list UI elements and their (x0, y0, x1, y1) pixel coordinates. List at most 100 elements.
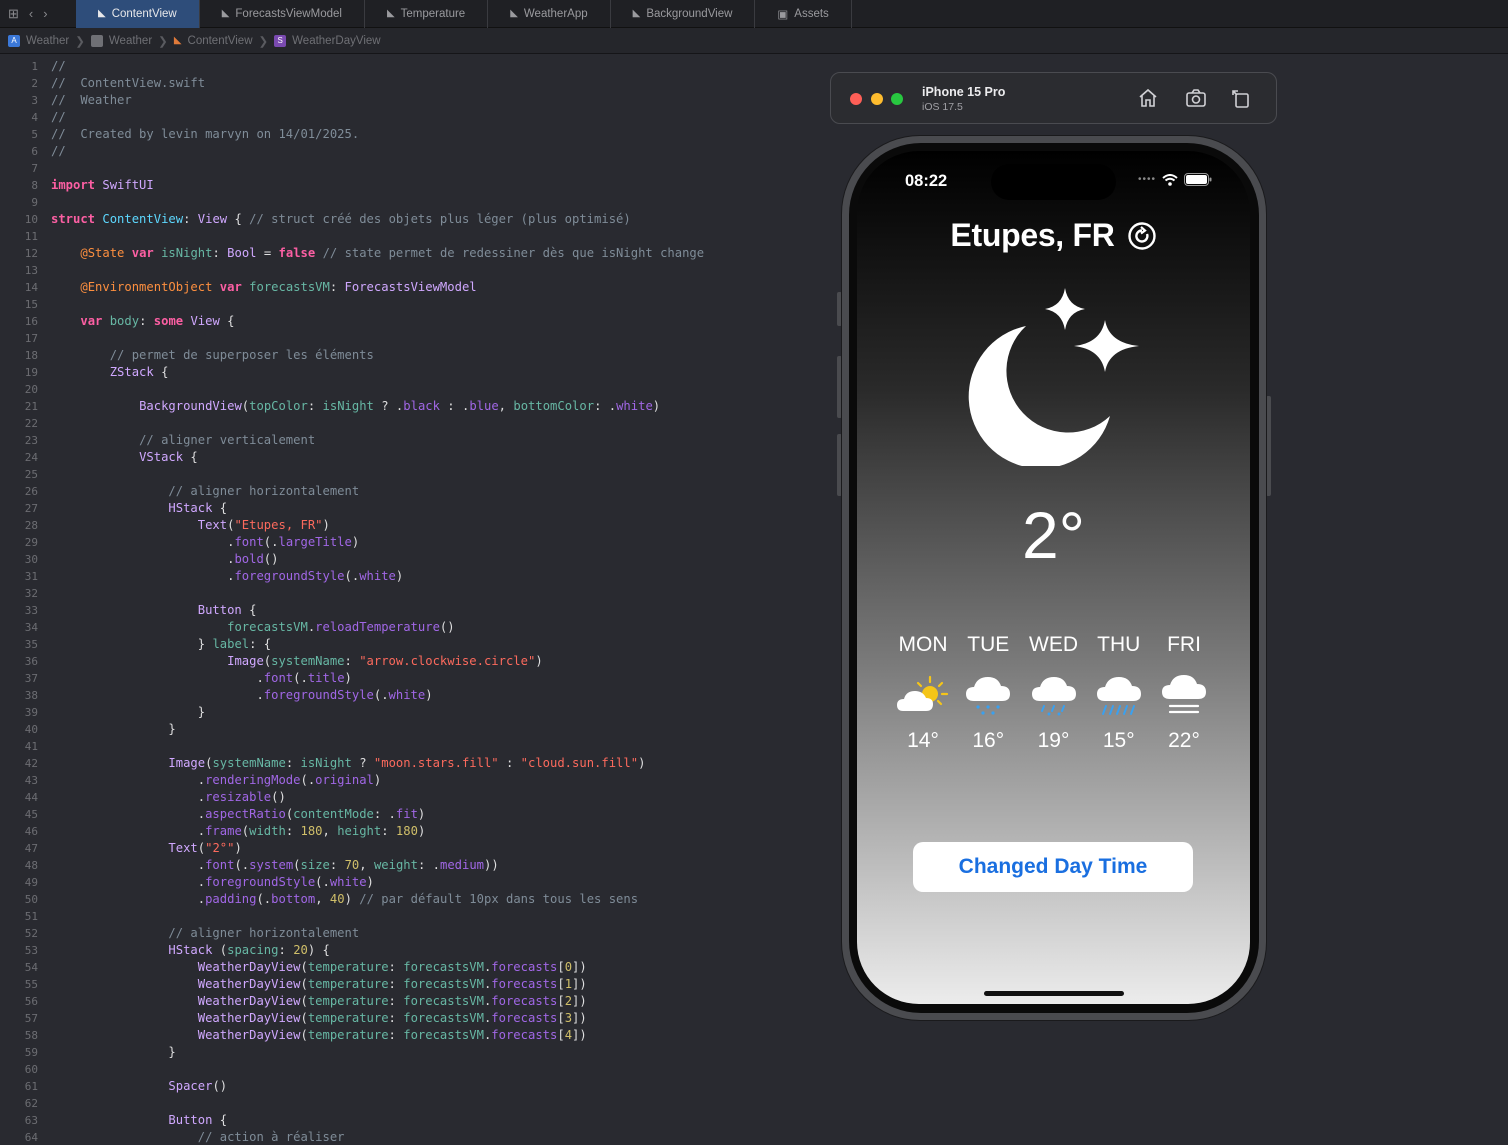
line-number: 2 (31, 77, 38, 90)
chevron-right-icon[interactable]: › (43, 6, 47, 21)
breadcrumb-symbol[interactable]: WeatherDayView (292, 35, 380, 47)
breadcrumb-project[interactable]: Weather (26, 35, 69, 47)
rotate-icon[interactable] (1229, 86, 1253, 110)
day-temp: 16° (972, 729, 1005, 752)
line-number: 20 (24, 383, 38, 396)
line-number: 63 (24, 1114, 38, 1127)
line-number: 60 (24, 1063, 38, 1076)
code-text: // ContentView.swift (51, 76, 206, 90)
swift-file-icon: ◣ (98, 8, 106, 19)
code-text: // (51, 144, 66, 158)
line-number: 39 (24, 706, 38, 719)
power-button (1266, 396, 1271, 496)
line-number: 57 (24, 1012, 38, 1025)
line-number: 14 (24, 281, 38, 294)
editor-tab-bar: ⊞ ‹ › ◣ ContentView ◣ ForecastsViewModel ◣… (0, 0, 1508, 28)
arrow-clockwise-circle-icon[interactable] (1127, 221, 1157, 251)
code-text: Image(systemName: isNight ? "moon.stars.… (168, 756, 646, 770)
simulator-device-name: iPhone 15 Pro (922, 85, 1006, 99)
code-text: Text("2°") (168, 841, 242, 855)
code-text: .font(.system(size: 70, weight: .medium)… (51, 858, 499, 872)
line-number: 46 (24, 825, 38, 838)
breadcrumb-file[interactable]: ContentView (188, 35, 253, 47)
line-number: 43 (24, 774, 38, 787)
line-number: 8 (31, 179, 38, 192)
line-number: 16 (24, 315, 38, 328)
dynamic-island (991, 164, 1116, 200)
code-text: // action à réaliser (197, 1130, 345, 1144)
line-number: 32 (24, 587, 38, 600)
struct-symbol-icon: S (274, 34, 287, 47)
tab-forecastsviewmodel[interactable]: ◣ ForecastsViewModel (200, 0, 365, 28)
line-number: 45 (24, 808, 38, 821)
change-day-time-button[interactable]: Changed Day Time (913, 842, 1193, 892)
code-text: Button { (197, 603, 257, 617)
tab-weatherapp[interactable]: ◣ WeatherApp (488, 0, 611, 28)
code-text: import SwiftUI (51, 178, 154, 192)
cloud-sun-icon (897, 675, 949, 711)
tab-temperature[interactable]: ◣ Temperature (365, 0, 489, 28)
line-number: 41 (24, 740, 38, 753)
line-number: 35 (24, 638, 38, 651)
cloud-sleet-icon (1031, 677, 1076, 716)
code-text: @EnvironmentObject var forecastsVM: Fore… (80, 280, 477, 294)
battery-icon (1184, 173, 1212, 186)
home-indicator[interactable] (984, 991, 1124, 996)
line-number: 47 (24, 842, 38, 855)
code-editor[interactable]: 1 // 2 // ContentView.swift 3 // Weather 4 // 5 /… (0, 56, 820, 1145)
code-text: Spacer() (168, 1079, 228, 1093)
swift-file-icon: ◣ (386, 8, 395, 19)
line-number: 21 (24, 400, 38, 413)
code-text: } label: { (51, 637, 272, 651)
cloud-rain-icon (1096, 677, 1141, 715)
code-text: .resizable() (51, 790, 286, 804)
line-number: 54 (24, 961, 38, 974)
breadcrumb-folder[interactable]: Weather (109, 35, 152, 47)
swift-file-icon: ◣ (632, 8, 641, 19)
code-text: @State var isNight: Bool = false // stat… (80, 246, 705, 260)
line-number: 49 (24, 876, 38, 889)
chevron-left-icon[interactable]: ‹ (29, 6, 33, 21)
day-temp: 19° (1037, 729, 1070, 752)
line-number: 53 (24, 944, 38, 957)
tab-backgroundview[interactable]: ◣ BackgroundView (611, 0, 756, 28)
line-number: 40 (24, 723, 38, 736)
line-number: 50 (24, 893, 38, 906)
line-number: 25 (24, 468, 38, 481)
code-text: .bold() (51, 552, 279, 566)
minimize-window-button[interactable] (871, 93, 883, 105)
forecast-row: MON 14° TUE 16° WED 19° THU 15° FRI 22° (895, 633, 1212, 753)
code-text: } (51, 1045, 176, 1059)
code-text: // aligner horizontalement (168, 484, 360, 498)
line-number: 59 (24, 1046, 38, 1059)
assets-icon: ▣ (777, 8, 789, 21)
line-number: 17 (24, 332, 38, 345)
forecast-day: MON 14° (895, 633, 951, 753)
line-number: 51 (24, 910, 38, 923)
home-icon[interactable] (1136, 86, 1160, 110)
tab-contentview[interactable]: ◣ ContentView (76, 0, 200, 28)
line-number: 6 (31, 145, 38, 158)
line-number: 4 (31, 111, 38, 124)
line-number: 7 (31, 162, 38, 175)
city-header: Etupes, FR (857, 217, 1250, 254)
code-text: // aligner verticalement (139, 433, 316, 447)
close-window-button[interactable] (850, 93, 862, 105)
code-text: Text("Etupes, FR") (197, 518, 330, 532)
swift-file-icon: ◣ (510, 8, 518, 19)
code-text: .padding(.bottom, 40) // par défault 10p… (51, 892, 639, 906)
zoom-window-button[interactable] (891, 93, 903, 105)
code-text: .aspectRatio(contentMode: .fit) (51, 807, 426, 821)
code-text: .foregroundStyle(.white) (51, 688, 433, 702)
forecast-day: TUE 16° (960, 633, 1016, 753)
tab-assets[interactable]: ▣ Assets (755, 0, 852, 28)
day-name: TUE (967, 633, 1010, 656)
line-number: 3 (31, 94, 38, 107)
line-number: 33 (24, 604, 38, 617)
line-number: 26 (24, 485, 38, 498)
line-number: 1 (31, 60, 38, 73)
grid-icon[interactable]: ⊞ (8, 6, 19, 22)
phone-screen: 08:22 •••• Etupes, FR 2° MON 14° TUE 16°… (857, 151, 1250, 1004)
line-number: 28 (24, 519, 38, 532)
screenshot-icon[interactable] (1184, 86, 1208, 110)
